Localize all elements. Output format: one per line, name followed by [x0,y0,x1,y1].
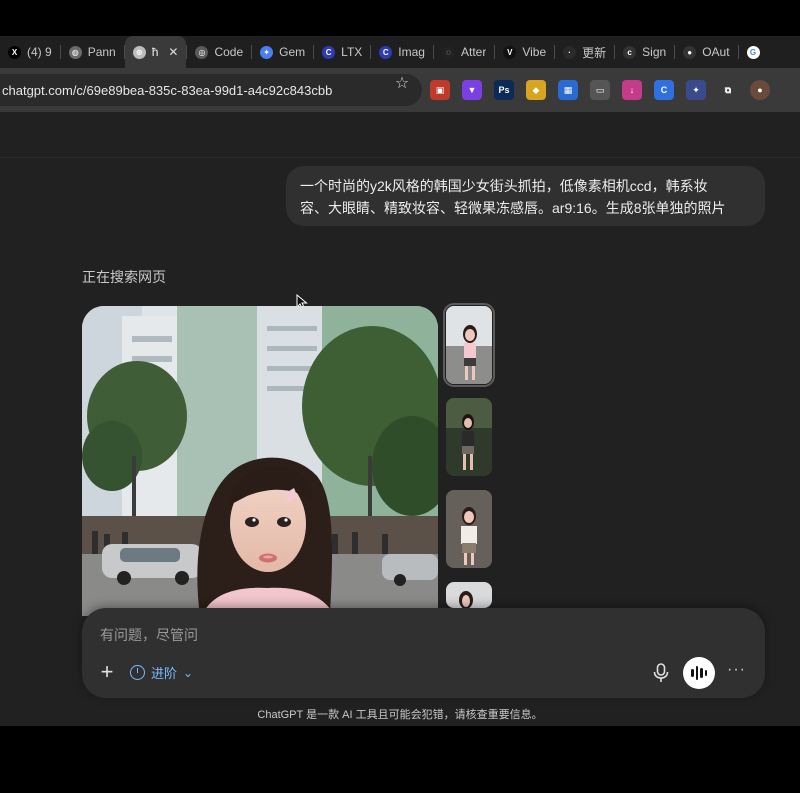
browser-tab-strip: X (4) 9 ◍ Pann ⊛ ħ ✕ ◎ Code ✦ Gem C LTX C Imag ◌ Atter V V… [0,36,800,68]
blue-ext-icon[interactable]: ▦ [558,80,578,100]
tab-label: Pann [87,45,116,59]
waveform-icon [691,669,694,677]
tab-label: Vibe [522,45,547,59]
image-thumbnail-2[interactable] [446,398,492,476]
user-message-line: 容、大眼睛、精致妆容、轻微果冻感唇。ar9:16。生成8张单独的照片 [300,200,726,216]
profile-avatar[interactable]: ● [750,80,770,100]
globe-icon: ◍ [68,45,82,59]
screen: X (4) 9 ◍ Pann ⊛ ħ ✕ ◎ Code ✦ Gem C LTX C Imag ◌ Atter V V… [0,0,800,793]
tab-label: OAut [702,45,730,59]
chat-page: 一个时尚的y2k风格的韩国少女街头抓拍，低像素相机ccd，韩系妆 容、大眼睛、精… [0,112,800,726]
browser-tab[interactable]: G [739,36,774,68]
download-ext-icon[interactable]: ↓ [622,80,642,100]
browser-tab[interactable]: ◌ Atter [434,36,494,68]
close-tab-icon[interactable]: ✕ [168,45,178,59]
github-icon: ● [683,45,697,59]
v-icon: V [503,45,517,59]
more-options-button[interactable]: ··· [727,661,746,679]
tab-label: Imag [398,45,425,59]
thumbnail-preview [446,582,492,608]
chevron-down-icon: ⌄ [183,665,194,680]
waveform-icon [695,666,698,680]
red-ext-icon[interactable]: ▣ [430,80,450,100]
browser-tab[interactable]: ● OAut [675,36,737,68]
timer-icon [130,665,145,680]
browser-tab[interactable]: · 更新 [555,36,614,68]
tab-label: 更新 [582,45,607,60]
openai-icon: ◎ [195,45,209,59]
chatgpt-icon: ⊛ [132,45,146,59]
waveform-icon [700,668,703,678]
browser-tab[interactable]: ◎ Code [187,36,251,68]
generated-image-main[interactable]: ↓ [82,306,438,616]
browser-tab[interactable]: X (4) 9 [0,36,60,68]
microphone-icon[interactable] [652,663,670,683]
browser-toolbar: chatgpt.com/c/69e89bea-835c-83ea-99d1-a4… [0,68,800,112]
user-message-line: 一个时尚的y2k风格的韩国少女街头抓拍，低像素相机ccd，韩系妆 [300,178,708,194]
message-composer: 有问题，尽管问 + 进阶 ⌄ ··· [82,608,765,698]
x-icon: X [8,45,21,59]
user-message-bubble: 一个时尚的y2k风格的韩国少女街头抓拍，低像素相机ccd，韩系妆 容、大眼睛、精… [286,166,765,226]
message-input[interactable]: 有问题，尽管问 [100,625,198,645]
browser-tab[interactable]: ◍ Pann [61,36,124,68]
image-ext-icon[interactable]: ▭ [590,80,610,100]
tab-label: Gem [279,45,306,59]
header-divider [0,157,800,158]
disclaimer-text: ChatGPT 是一款 AI 工具且可能会犯错，请核查重要信息。 [257,709,543,721]
image-thumbnail-3[interactable] [446,490,492,568]
extensions-bar: ▣ ▼ Ps ◆ ▦ ▭ ↓ C ✦ ⧉ ● [430,68,770,112]
browser-tab[interactable]: ⊛ ħ ✕ [124,36,187,68]
browser-tab[interactable]: C Imag [371,36,433,68]
browser-tab[interactable]: ✦ Gem [252,36,313,68]
c-outline-icon: c [623,45,637,59]
loop-icon: ◌ [441,45,455,59]
add-attachment-button[interactable]: + [96,661,118,684]
tab-label: ħ [151,45,159,59]
browser-tab[interactable]: c Sign [615,36,674,68]
waveform-icon [704,670,707,676]
c-ext-icon[interactable]: C [654,80,674,100]
bookmark-star-icon[interactable]: ☆ [392,74,412,94]
tab-label: LTX [341,45,363,59]
image-thumbnail-4[interactable] [446,582,492,608]
tab-label: Code [214,45,244,59]
bottom-letterbox [0,726,800,793]
thumbnail-preview [446,306,492,384]
street-photo-illustration [82,306,438,616]
address-bar[interactable]: chatgpt.com/c/69e89bea-835c-83ea-99d1-a4… [0,74,422,106]
c-icon: C [322,45,336,59]
google-icon: G [746,45,760,59]
tab-label: Sign [642,45,667,59]
thumbnail-preview [446,398,492,476]
thumbnail-preview [446,490,492,568]
photoshop-icon[interactable]: Ps [494,80,514,100]
tab-label: (4) 9 [27,45,52,59]
pin-ext-icon[interactable]: ✦ [686,80,706,100]
mode-label: 进阶 [151,666,178,681]
browser-tab[interactable]: V Vibe [495,36,554,68]
voice-mode-button[interactable] [683,657,715,689]
dark-icon: · [563,45,577,59]
browser-tab[interactable]: C LTX [314,36,370,68]
url-text: chatgpt.com/c/69e89bea-835c-83ea-99d1-a4… [2,82,333,98]
c-icon: C [379,45,393,59]
mode-selector-button[interactable]: 进阶 ⌄ [130,663,193,682]
tab-label: Atter [460,45,487,59]
puzzle-icon[interactable]: ⧉ [718,80,738,100]
search-status-text: 正在搜索网页 [82,269,166,285]
yellow-ext-icon[interactable]: ◆ [526,80,546,100]
image-thumbnail-1[interactable] [443,303,495,387]
purple-ext-icon[interactable]: ▼ [462,80,482,100]
gemini-icon: ✦ [260,45,274,59]
